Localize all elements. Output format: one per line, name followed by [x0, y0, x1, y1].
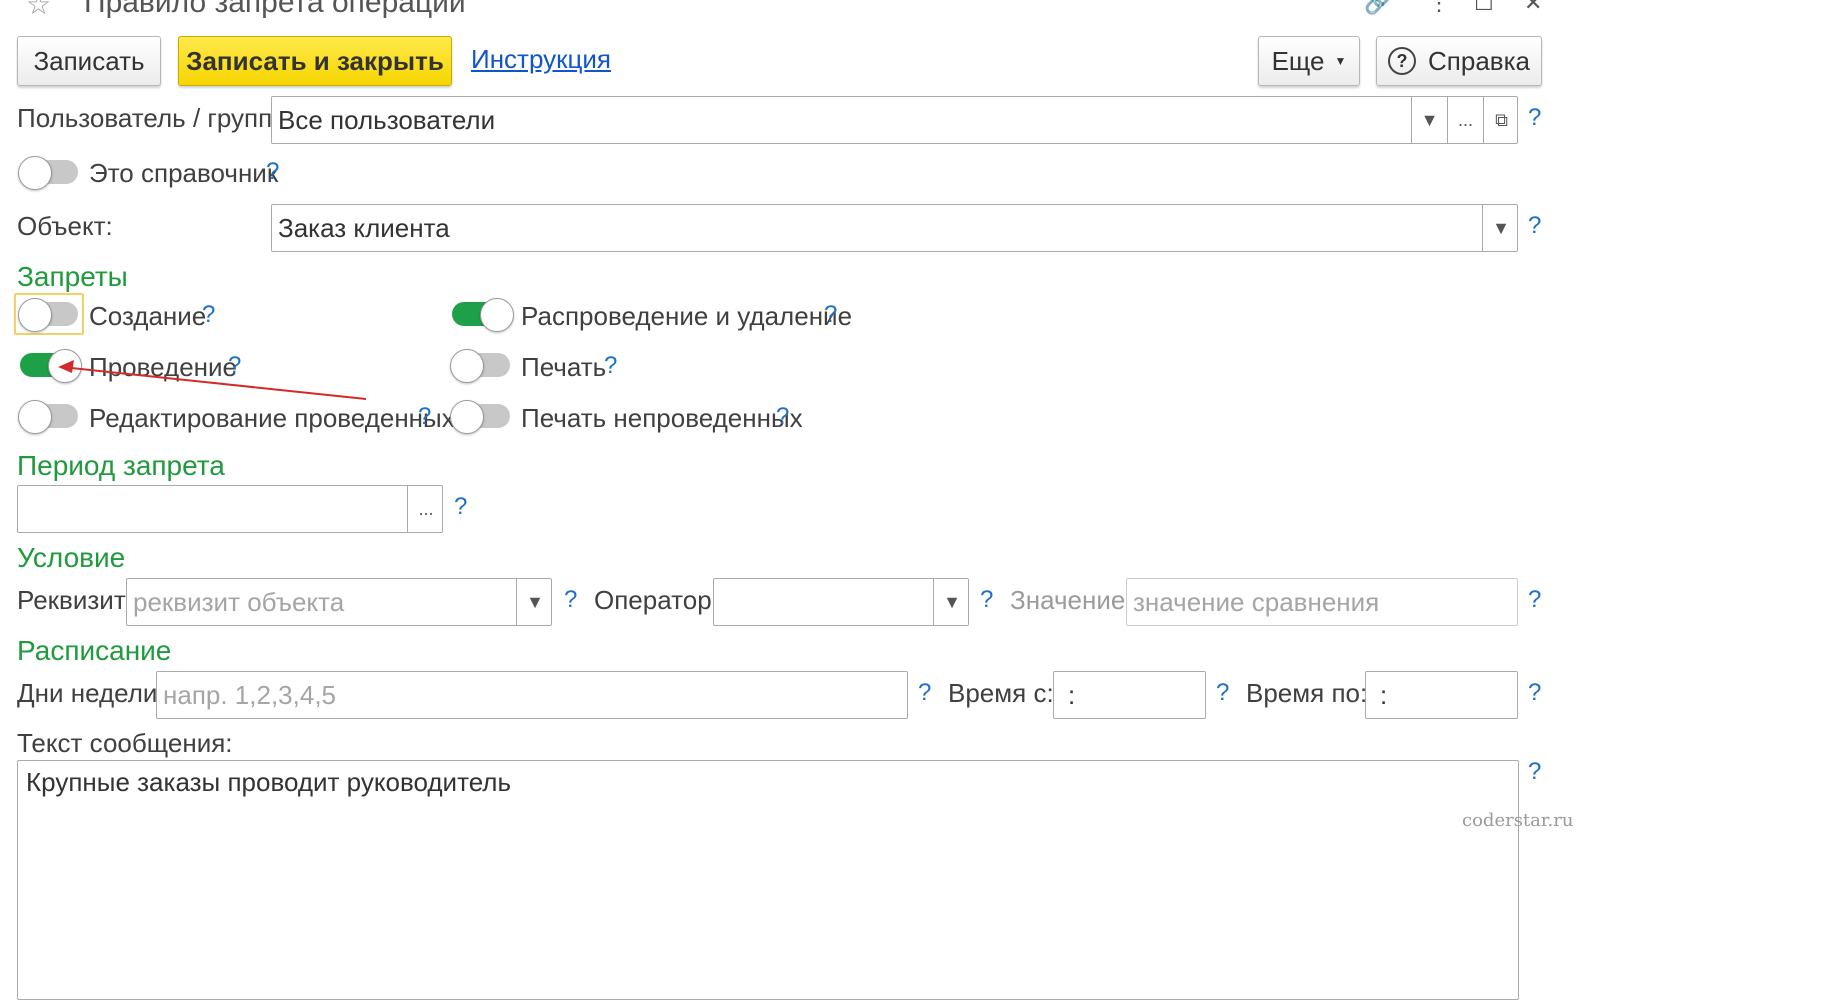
- more-label: Еще: [1271, 45, 1325, 76]
- edit-posted-help[interactable]: ?: [418, 403, 431, 431]
- link-icon[interactable]: 🔗: [1364, 0, 1391, 16]
- open-window-icon[interactable]: ⧉: [1483, 97, 1517, 143]
- condition-heading: Условие: [17, 542, 126, 573]
- object-dropdown-icon[interactable]: ▼: [1482, 205, 1517, 251]
- print-help[interactable]: ?: [604, 352, 617, 380]
- object-help[interactable]: ?: [1528, 212, 1541, 240]
- user-group-dropdown-icon[interactable]: ▼: [1411, 97, 1447, 143]
- operator-label: Оператор:: [594, 585, 719, 615]
- print-unposted-toggle[interactable]: [450, 400, 510, 434]
- user-group-field[interactable]: Все пользователи ▼ ... ⧉: [271, 96, 1518, 144]
- schedule-heading: Расписание: [17, 635, 172, 666]
- attribute-placeholder: реквизит объекта: [133, 586, 345, 617]
- chevron-down-icon: ▼: [1334, 54, 1347, 68]
- time-to-help[interactable]: ?: [1528, 679, 1541, 707]
- time-to-label: Время по:: [1246, 678, 1368, 708]
- help-label: Справка: [1428, 45, 1530, 76]
- time-to-value: :: [1380, 679, 1388, 710]
- value-placeholder: значение сравнения: [1133, 586, 1380, 617]
- days-field[interactable]: напр. 1,2,3,4,5: [156, 671, 908, 719]
- maximize-icon[interactable]: ☐: [1474, 0, 1494, 16]
- time-from-help[interactable]: ?: [1216, 679, 1229, 707]
- operator-help[interactable]: ?: [980, 586, 993, 614]
- message-textarea[interactable]: Крупные заказы проводит руководитель: [17, 760, 1519, 1000]
- days-placeholder: напр. 1,2,3,4,5: [163, 679, 336, 710]
- time-from-field[interactable]: :: [1053, 671, 1206, 719]
- instruction-link[interactable]: Инструкция: [471, 44, 611, 75]
- object-field[interactable]: Заказ клиента ▼: [271, 204, 1518, 252]
- operator-dropdown-icon[interactable]: ▼: [933, 579, 968, 625]
- watermark: coderstar.ru: [1462, 810, 1574, 831]
- period-help[interactable]: ?: [454, 493, 467, 521]
- unpost-delete-label: Распроведение и удаление: [521, 301, 853, 331]
- help-button[interactable]: ? Справка: [1376, 36, 1542, 86]
- days-label: Дни недели:: [17, 678, 165, 708]
- message-value: Крупные заказы проводит руководитель: [26, 767, 512, 797]
- days-help[interactable]: ?: [918, 679, 931, 707]
- period-select-button[interactable]: ...: [407, 486, 442, 532]
- user-group-select-button[interactable]: ...: [1447, 97, 1483, 143]
- print-label: Печать: [521, 352, 607, 382]
- unpost-delete-help[interactable]: ?: [824, 301, 837, 329]
- unpost-delete-toggle[interactable]: [452, 298, 514, 332]
- attribute-label: Реквизит:: [17, 585, 133, 615]
- kebab-menu-icon[interactable]: ⋮: [1428, 0, 1450, 16]
- question-circle-icon: ?: [1388, 47, 1416, 75]
- message-label: Текст сообщения:: [17, 728, 233, 758]
- value-field[interactable]: значение сравнения: [1126, 578, 1518, 626]
- value-label: Значение:: [1010, 585, 1133, 615]
- operator-field[interactable]: ▼: [713, 578, 969, 626]
- print-unposted-label: Печать непроведенных: [521, 403, 803, 433]
- attribute-dropdown-icon[interactable]: ▼: [516, 579, 551, 625]
- period-field[interactable]: ...: [17, 485, 443, 533]
- time-to-field[interactable]: :: [1365, 671, 1518, 719]
- attribute-help[interactable]: ?: [564, 586, 577, 614]
- time-from-label: Время с:: [948, 678, 1054, 708]
- print-toggle[interactable]: [450, 349, 510, 383]
- print-unposted-help[interactable]: ?: [776, 403, 789, 431]
- annotation-arrow: [58, 360, 367, 400]
- attribute-field[interactable]: реквизит объекта ▼: [126, 578, 552, 626]
- value-help[interactable]: ?: [1528, 586, 1541, 614]
- message-help[interactable]: ?: [1528, 758, 1541, 786]
- close-icon[interactable]: ✕: [1524, 0, 1542, 16]
- period-heading: Период запрета: [17, 450, 225, 481]
- time-from-value: :: [1068, 679, 1076, 710]
- user-group-help[interactable]: ?: [1528, 104, 1541, 132]
- more-button[interactable]: Еще ▼: [1258, 36, 1360, 86]
